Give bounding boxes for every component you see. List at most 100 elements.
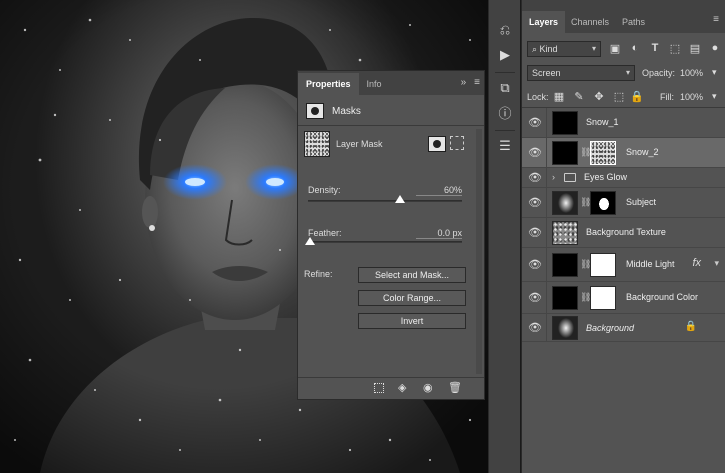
properties-scrollbar[interactable]: [476, 129, 482, 374]
layer-row-eyes-glow[interactable]: 👁 › Eyes Glow: [522, 168, 725, 188]
layer-row-snow-1[interactable]: 👁 Snow_1: [522, 108, 725, 138]
opacity-label: Opacity:: [642, 68, 676, 78]
opacity-value[interactable]: 100%: [680, 68, 703, 78]
brush-presets-icon[interactable]: ☰: [497, 138, 513, 154]
history-icon[interactable]: ⎌: [497, 22, 513, 38]
lock-image-icon[interactable]: ✎: [572, 90, 586, 103]
feather-value[interactable]: 0.0 px: [416, 228, 462, 239]
fill-dropdown-icon[interactable]: ▾: [712, 91, 717, 102]
mask-thumbnail[interactable]: [590, 141, 616, 165]
eye-icon[interactable]: ◉: [423, 381, 433, 394]
pixel-mask-icon[interactable]: [428, 136, 446, 152]
layer-name: Background Texture: [586, 227, 666, 237]
layer-name: Snow_2: [626, 147, 659, 157]
layer-thumbnail: [552, 286, 578, 310]
layers-tabbar: Layers Channels Paths ≡: [522, 0, 725, 33]
layer-thumbnail: [552, 316, 578, 340]
layer-thumbnail: [552, 221, 578, 245]
3d-icon[interactable]: ⧉: [497, 80, 513, 96]
layer-thumbnail: [552, 141, 578, 165]
fx-icon[interactable]: fx: [692, 257, 701, 269]
feather-slider-knob[interactable]: [305, 237, 315, 245]
filter-kind-select[interactable]: ⌕ Kind ▾: [527, 41, 601, 57]
layer-row-snow-2[interactable]: 👁 ⛓ Snow_2: [522, 138, 725, 168]
tab-channels[interactable]: Channels: [564, 11, 616, 33]
layer-mask-label: Layer Mask: [336, 139, 383, 149]
select-and-mask-button[interactable]: Select and Mask...: [358, 267, 466, 283]
refine-label: Refine:: [304, 269, 333, 279]
properties-tabbar: Properties Info » ≡: [298, 71, 484, 95]
lock-all-icon[interactable]: 🔒: [630, 90, 644, 103]
layer-row-background[interactable]: 👁 Background 🔒: [522, 314, 725, 342]
visibility-eye-icon[interactable]: 👁: [528, 146, 542, 160]
smart-object-filter-icon[interactable]: ▤: [688, 42, 702, 55]
layer-thumbnail: [552, 253, 578, 277]
trash-icon[interactable]: 🗑: [448, 381, 462, 394]
layers-panel: Layers Channels Paths ≡ ⌕ Kind ▾ ▣ ◐ T ⬚ …: [521, 0, 725, 473]
lock-position-icon[interactable]: ✥: [592, 90, 606, 103]
visibility-eye-icon[interactable]: 👁: [528, 116, 542, 130]
layer-row-background-texture[interactable]: 👁 Background Texture: [522, 218, 725, 248]
artboard-lock-icon[interactable]: ⬚: [612, 90, 626, 103]
panel-menu-icon[interactable]: ≡: [713, 14, 719, 25]
folder-icon: [564, 173, 576, 182]
opacity-dropdown-icon[interactable]: ▾: [712, 67, 717, 78]
mask-thumbnail[interactable]: [590, 286, 616, 310]
tab-paths[interactable]: Paths: [615, 11, 652, 33]
layer-name: Eyes Glow: [584, 172, 628, 182]
selection-from-mask-icon[interactable]: [374, 383, 384, 393]
visibility-eye-icon[interactable]: 👁: [528, 226, 542, 240]
fill-value[interactable]: 100%: [680, 92, 703, 102]
tab-layers[interactable]: Layers: [522, 11, 566, 33]
type-filter-icon[interactable]: T: [648, 42, 662, 54]
layer-row-subject[interactable]: 👁 ⛓ Subject: [522, 188, 725, 218]
info-icon[interactable]: ⓘ: [497, 106, 513, 122]
visibility-eye-icon[interactable]: 👁: [528, 258, 542, 272]
layer-name: Background Color: [626, 292, 699, 302]
density-slider[interactable]: [308, 200, 462, 202]
search-icon: ⌕: [532, 44, 540, 54]
vector-mask-icon[interactable]: [450, 136, 464, 150]
mask-thumbnail[interactable]: [304, 131, 330, 157]
visibility-eye-icon[interactable]: 👁: [528, 291, 542, 305]
pixel-filter-icon[interactable]: ▣: [608, 42, 622, 55]
invert-button[interactable]: Invert: [358, 313, 466, 329]
adjustment-filter-icon[interactable]: ◐: [628, 42, 642, 54]
shape-filter-icon[interactable]: ⬚: [668, 42, 682, 55]
mask-icon: [306, 103, 324, 119]
visibility-eye-icon[interactable]: 👁: [528, 321, 542, 335]
tab-info[interactable]: Info: [359, 73, 390, 95]
filter-kind-value: Kind: [539, 44, 558, 54]
panel-dock-strip: ⎌ ▶ ⧉ ⓘ ☰: [488, 0, 520, 473]
lock-transparent-icon[interactable]: ▦: [552, 90, 566, 103]
color-range-button[interactable]: Color Range...: [358, 290, 466, 306]
layer-row-background-color[interactable]: 👁 ⛓ Background Color: [522, 282, 725, 314]
layer-mask-row: Layer Mask: [298, 131, 484, 159]
feather-slider[interactable]: [308, 241, 462, 243]
layer-thumbnail: [552, 111, 578, 135]
play-icon[interactable]: ▶: [497, 47, 513, 63]
fill-label: Fill:: [660, 92, 674, 102]
effects-expand-icon[interactable]: ▾: [714, 258, 719, 269]
filter-toggle-icon[interactable]: ●: [708, 42, 722, 54]
density-label: Density:: [308, 185, 341, 195]
mask-thumbnail[interactable]: [590, 191, 616, 215]
properties-footer: ◈ ◉ 🗑: [298, 377, 484, 399]
collapse-icon[interactable]: »: [461, 77, 467, 88]
panel-menu-icon[interactable]: ≡: [474, 77, 480, 88]
layer-name: Background: [586, 323, 635, 333]
layer-row-middle-light[interactable]: 👁 ⛓ Middle Light fx ▾: [522, 248, 725, 282]
density-value[interactable]: 60%: [416, 185, 462, 196]
apply-mask-icon[interactable]: ◈: [398, 381, 406, 394]
tab-properties[interactable]: Properties: [298, 73, 359, 95]
expand-arrow-icon[interactable]: ›: [552, 172, 555, 182]
visibility-eye-icon[interactable]: 👁: [528, 171, 542, 185]
lock-icon: 🔒: [684, 321, 697, 332]
mask-thumbnail[interactable]: [590, 253, 616, 277]
visibility-eye-icon[interactable]: 👁: [528, 196, 542, 210]
density-slider-knob[interactable]: [395, 195, 406, 203]
blend-mode-value: Screen: [532, 68, 561, 78]
layer-name: Snow_1: [586, 117, 619, 127]
layer-thumbnail: [552, 191, 578, 215]
blend-mode-select[interactable]: Screen ▾: [527, 65, 635, 81]
